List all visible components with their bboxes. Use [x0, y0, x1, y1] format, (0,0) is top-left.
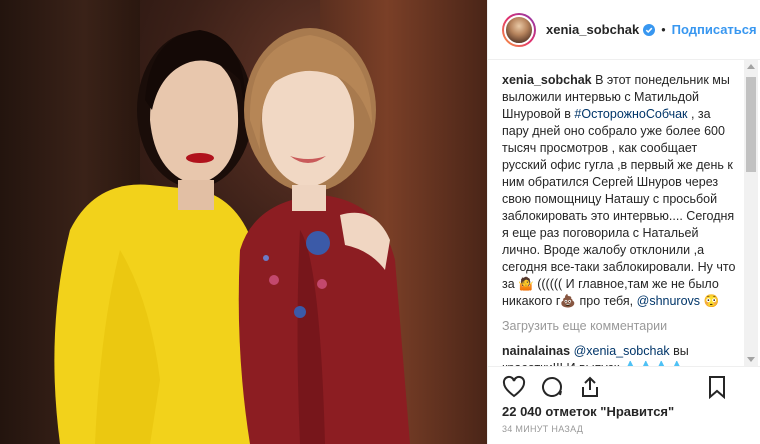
caption-emoji-shrug: 🤷 — [518, 277, 534, 291]
bookmark-icon[interactable] — [705, 375, 729, 399]
post-side-panel: xenia_sobchak • Подписаться xenia_sobcha… — [487, 0, 760, 444]
comments-list[interactable]: xenia_sobchak В этот понедельник мы выло… — [488, 60, 760, 366]
caption-emoji-flushed: 😳 — [703, 294, 720, 308]
post-header: xenia_sobchak • Подписаться — [488, 0, 760, 60]
caption-text-2: , за пару дней оно собрало уже более 600… — [502, 107, 736, 291]
scroll-down-arrow-icon[interactable] — [747, 357, 755, 362]
share-icon[interactable] — [578, 375, 602, 399]
caption-author[interactable]: xenia_sobchak — [502, 73, 592, 87]
heart-icon[interactable] — [502, 375, 526, 399]
post-photo[interactable] — [0, 0, 487, 444]
comments-scrollbar[interactable] — [744, 60, 758, 366]
follow-button[interactable]: Подписаться — [672, 22, 757, 37]
likes-count[interactable]: 22 040 отметок "Нравится" — [502, 404, 674, 419]
scroll-thumb[interactable] — [746, 77, 756, 172]
caption-emoji-poop: 💩 — [560, 294, 576, 308]
caption: xenia_sobchak В этот понедельник мы выло… — [502, 72, 739, 310]
comment-author[interactable]: nainalainas — [502, 344, 570, 358]
post-timestamp[interactable]: 34 МИНУТ НАЗАД — [502, 424, 583, 434]
photo-people-illustration — [54, 28, 410, 444]
mention-link[interactable]: @shnurovs — [637, 294, 700, 308]
comment-icon[interactable] — [540, 375, 564, 399]
caption-text-4: про тебя, — [576, 294, 637, 308]
separator-dot: • — [661, 22, 666, 37]
hashtag-link[interactable]: #ОсторожноСобчак — [574, 107, 687, 121]
comment-item: nainalainas @xenia_sobchak вы красотки!!… — [502, 343, 739, 366]
scroll-up-arrow-icon[interactable] — [747, 64, 755, 69]
username-link[interactable]: xenia_sobchak — [546, 22, 639, 37]
comment-mention-link[interactable]: @xenia_sobchak — [574, 344, 670, 358]
verified-icon — [643, 23, 656, 36]
instagram-post: xenia_sobchak • Подписаться xenia_sobcha… — [0, 0, 760, 444]
action-bar — [488, 366, 760, 406]
avatar[interactable] — [502, 12, 536, 47]
load-more-comments-button[interactable]: Загрузить еще комментарии — [502, 318, 739, 335]
